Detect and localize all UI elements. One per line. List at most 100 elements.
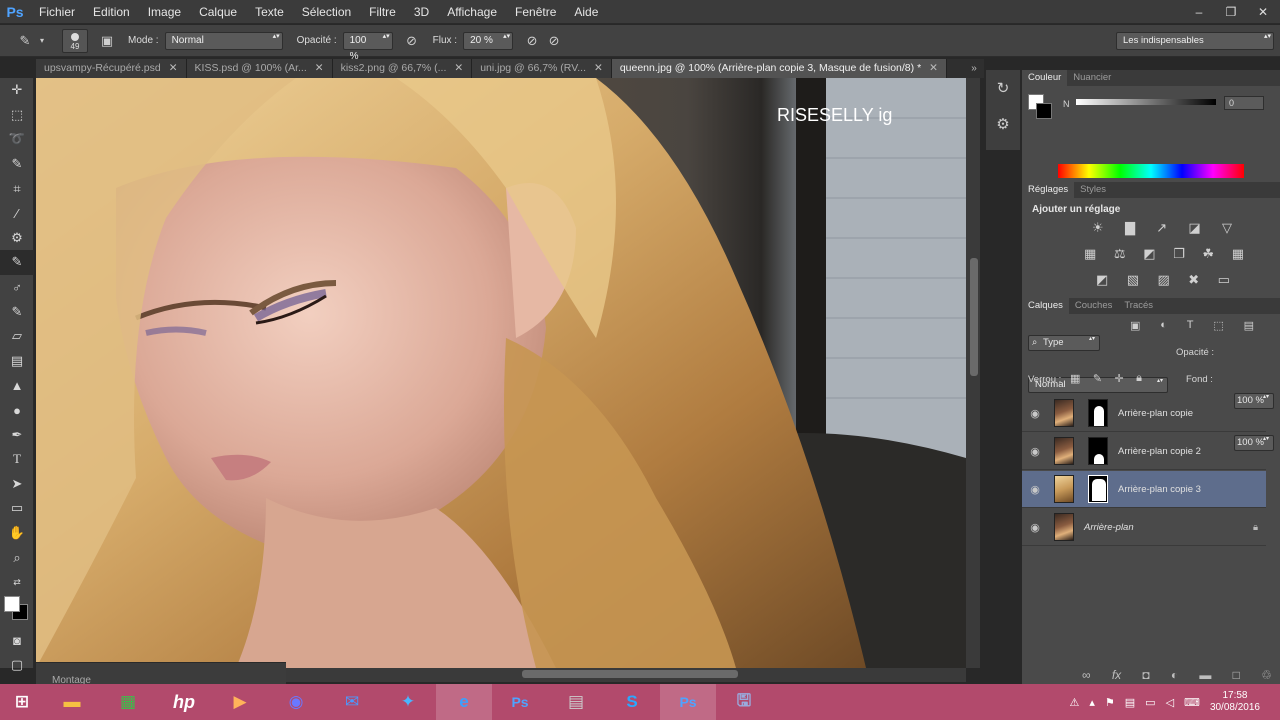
eyedropper-tool-icon[interactable]: ∕	[0, 201, 34, 226]
layer-style-icon[interactable]: fx	[1112, 668, 1121, 682]
foreground-color-swatch[interactable]	[4, 596, 20, 613]
marquee-tool-icon[interactable]: ⬚	[0, 103, 34, 128]
posterize-icon[interactable]: ▧	[1127, 272, 1139, 288]
brightness-icon[interactable]: ☀	[1092, 220, 1104, 236]
close-icon[interactable]: ✕	[454, 62, 463, 74]
lasso-tool-icon[interactable]: ➰	[0, 127, 34, 152]
close-icon[interactable]: ✕	[929, 62, 938, 74]
layer-mask-thumbnail[interactable]	[1088, 475, 1108, 503]
store-icon[interactable]: ▦	[100, 684, 156, 720]
color-value-input[interactable]: 0	[1224, 96, 1264, 110]
history-icon[interactable]: ↻	[986, 70, 1020, 106]
adjustment-filter-icon[interactable]: ◐	[1160, 319, 1167, 332]
crop-tool-icon[interactable]: ⌗	[0, 176, 34, 201]
hp-icon[interactable]: hp	[156, 684, 212, 720]
pixel-filter-icon[interactable]: ▣	[1130, 319, 1140, 332]
pressure-size-icon[interactable]: ⊘	[543, 30, 565, 52]
video-icon[interactable]: ◉	[268, 684, 324, 720]
show-hidden-icons-icon[interactable]: ▴	[1089, 696, 1095, 709]
menu-selection[interactable]: Sélection	[293, 0, 360, 24]
tab-document[interactable]: uni.jpg @ 66,7% (RV... ✕	[472, 59, 612, 78]
close-icon[interactable]: ✕	[1252, 5, 1274, 19]
clock[interactable]: 17:58 30/08/2016	[1210, 690, 1260, 714]
shape-filter-icon[interactable]: ⬚	[1213, 319, 1223, 332]
pressure-opacity-icon[interactable]: ⊘	[401, 30, 423, 52]
menu-fichier[interactable]: Fichier	[30, 0, 84, 24]
brush-tool-icon[interactable]: ✎	[14, 30, 36, 52]
move-tool-icon[interactable]: ✛	[0, 78, 34, 103]
close-icon[interactable]: ✕	[594, 62, 603, 74]
brush-tool-icon[interactable]: ✎	[0, 250, 34, 275]
new-adjustment-icon[interactable]: ◐	[1171, 668, 1178, 682]
quick-selection-tool-icon[interactable]: ✎	[0, 152, 34, 177]
link-layers-icon[interactable]: ∞	[1082, 668, 1091, 682]
menu-fenetre[interactable]: Fenêtre	[506, 0, 565, 24]
start-icon[interactable]: ⊞	[0, 684, 44, 720]
tab-nuancier[interactable]: Nuancier	[1067, 70, 1117, 86]
hand-tool-icon[interactable]: ✋	[0, 521, 34, 546]
document-canvas[interactable]: RISESELLY ig	[36, 78, 966, 668]
lock-all-icon[interactable]: 🔒︎	[1136, 372, 1142, 385]
curves-icon[interactable]: ↗	[1156, 220, 1167, 236]
tab-document[interactable]: upsvampy-Récupéré.psd ✕	[36, 59, 187, 78]
brush-panel-icon[interactable]: ▣	[96, 30, 118, 52]
threshold-icon[interactable]: ▨	[1158, 272, 1170, 288]
photo-filter-icon[interactable]: ❐	[1173, 246, 1185, 262]
rectangle-tool-icon[interactable]: ▭	[0, 496, 34, 521]
healing-brush-tool-icon[interactable]: ⚙	[0, 226, 34, 251]
network-icon[interactable]: ▤	[1125, 696, 1135, 709]
levels-icon[interactable]: ▇	[1125, 220, 1135, 236]
visibility-eye-icon[interactable]: ◉	[1022, 407, 1048, 420]
close-icon[interactable]: ✕	[315, 62, 324, 74]
explorer-icon[interactable]: ▤	[548, 684, 604, 720]
visibility-eye-icon[interactable]: ◉	[1022, 483, 1048, 496]
menu-texte[interactable]: Texte	[246, 0, 293, 24]
layer-mask-thumbnail[interactable]	[1088, 399, 1108, 427]
exposure-icon[interactable]: ◪	[1188, 220, 1200, 236]
tab-traces[interactable]: Tracés	[1118, 298, 1159, 314]
keyboard-icon[interactable]: ⌨	[1184, 696, 1200, 709]
layer-row[interactable]: ◉ Arrière-plan copie 2	[1022, 433, 1266, 470]
menu-edition[interactable]: Edition	[84, 0, 139, 24]
tab-couches[interactable]: Couches	[1069, 298, 1119, 314]
vertical-scroll-thumb[interactable]	[970, 258, 978, 376]
menu-calque[interactable]: Calque	[190, 0, 246, 24]
notification-icon[interactable]: ⚠	[1069, 696, 1079, 709]
new-layer-icon[interactable]: □	[1233, 668, 1240, 682]
menu-image[interactable]: Image	[139, 0, 190, 24]
color-balance-icon[interactable]: ⚖	[1114, 246, 1126, 262]
black-white-icon[interactable]: ◩	[1143, 246, 1155, 262]
clone-stamp-tool-icon[interactable]: ♂	[0, 275, 34, 300]
internet-explorer-icon[interactable]: e	[436, 684, 492, 720]
file-explorer-icon[interactable]: ▬	[44, 684, 100, 720]
tab-couleur[interactable]: Couleur	[1022, 70, 1068, 86]
eraser-tool-icon[interactable]: ▱	[0, 324, 34, 349]
quick-mask-icon[interactable]: ◙	[0, 628, 34, 653]
vibrance-icon[interactable]: ▽	[1222, 220, 1232, 236]
hue-saturation-icon[interactable]: ▦	[1084, 246, 1096, 262]
layer-row[interactable]: ◉ Arrière-plan copie	[1022, 395, 1266, 432]
media-player-icon[interactable]: ▶	[212, 684, 268, 720]
background-swatch[interactable]	[1036, 103, 1052, 119]
color-spectrum[interactable]	[1058, 164, 1244, 178]
screen-mode-icon[interactable]: ▢	[0, 653, 34, 678]
visibility-eye-icon[interactable]: ◉	[1022, 445, 1048, 458]
visibility-eye-icon[interactable]: ◉	[1022, 521, 1048, 534]
gradient-tool-icon[interactable]: ▤	[0, 349, 34, 374]
lock-pixels-icon[interactable]: ✎	[1093, 372, 1102, 385]
save-icon[interactable]: 🖫︎	[716, 684, 772, 720]
menu-affichage[interactable]: Affichage	[438, 0, 506, 24]
twitter-icon[interactable]: ✦	[380, 684, 436, 720]
opacity-input[interactable]: 100 %	[342, 31, 393, 62]
airbrush-icon[interactable]: ⊘	[521, 30, 543, 52]
blur-tool-icon[interactable]: ▲	[0, 373, 34, 398]
battery-icon[interactable]: ▭	[1145, 696, 1155, 709]
swap-colors-icon[interactable]: ⇄	[0, 570, 34, 595]
menu-aide[interactable]: Aide	[565, 0, 607, 24]
layer-row-active[interactable]: ◉ Arrière-plan copie 3	[1022, 471, 1266, 508]
menu-filtre[interactable]: Filtre	[360, 0, 405, 24]
lock-position-icon[interactable]: ✛	[1114, 372, 1123, 385]
horizontal-scroll-thumb[interactable]	[522, 670, 738, 678]
photoshop-icon[interactable]: Ps	[660, 684, 716, 720]
layer-row[interactable]: ◉ Arrière-plan 🔒︎	[1022, 509, 1266, 546]
